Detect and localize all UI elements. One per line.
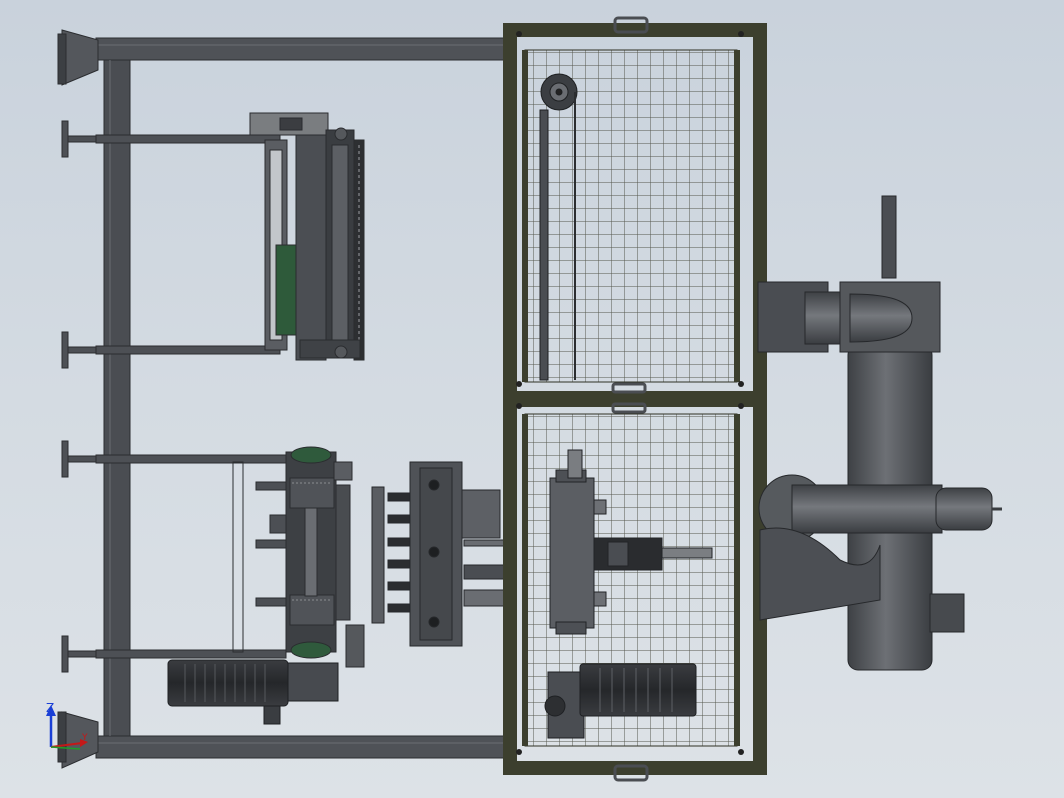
triad-y-label: Y [81, 733, 88, 743]
drive-motor[interactable] [167, 659, 339, 725]
lower-drive-unit[interactable] [255, 446, 365, 668]
press-plate[interactable] [371, 461, 511, 647]
triad-z-label: Z [46, 701, 54, 715]
cad-viewport[interactable]: Z Y [0, 0, 1064, 798]
leveling-foot[interactable] [61, 120, 97, 673]
pipe-elbow-upper[interactable] [757, 281, 941, 353]
upper-roller-unit[interactable] [249, 112, 365, 361]
